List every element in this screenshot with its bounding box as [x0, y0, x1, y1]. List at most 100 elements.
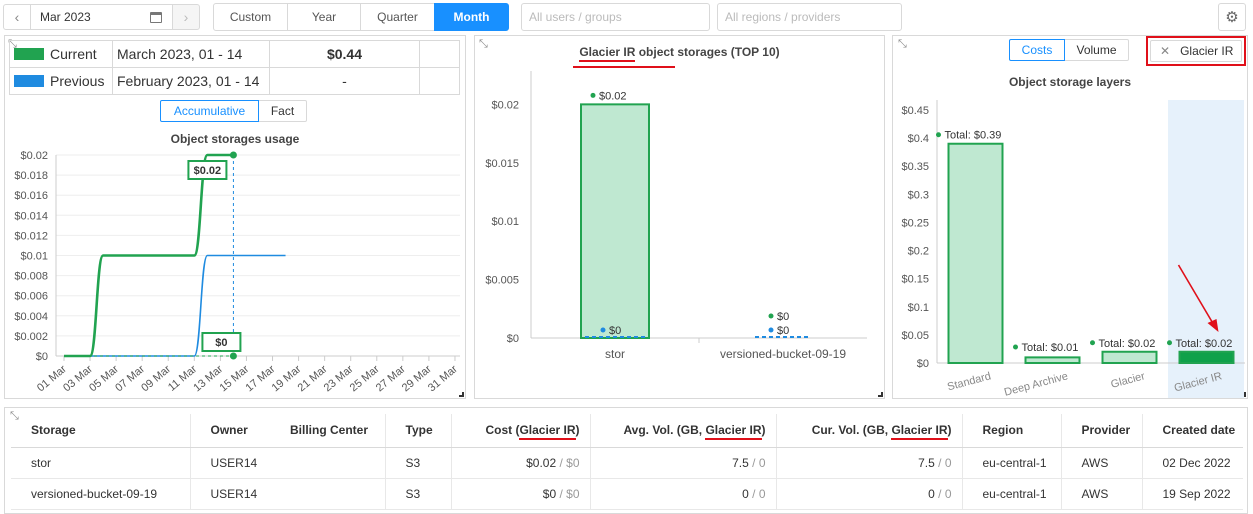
billing-center-cell — [270, 478, 385, 510]
date-picker[interactable]: Mar 2023 — [30, 4, 173, 30]
tooltip-previous: $0 — [215, 337, 227, 349]
y-tick-label: $0.004 — [14, 311, 48, 323]
usage-chart: $0 $0.002 $0.004 $0.006 $0.008 $0.01 $0.012 $0.… — [14, 150, 460, 394]
y-tick-label: $0.005 — [485, 275, 519, 287]
col-region[interactable]: Region — [961, 414, 1061, 448]
y-tick-label: $0.012 — [14, 230, 48, 242]
accumulative-button[interactable]: Accumulative — [160, 100, 259, 122]
type-cell: S3 — [384, 478, 451, 510]
y-tick-label: $0.02 — [491, 99, 519, 111]
y-tick-label: $0.015 — [485, 158, 519, 170]
cost-cell-separator: / — [556, 455, 567, 470]
storages-table: Storage Owner Billing Center Type Cost (… — [11, 414, 1243, 510]
col-provider[interactable]: Provider — [1060, 414, 1142, 448]
close-icon[interactable]: ✕ — [1160, 44, 1170, 58]
regions-providers-filter[interactable]: All regions / providers — [717, 3, 902, 31]
layers-chart: $0 $0.05 $0.1 $0.15 $0.2 $0.25 $0.3 $0.35 $0.4 $0… — [901, 100, 1245, 398]
y-tick-label: $0.018 — [14, 170, 48, 182]
cost-cell-separator: / — [556, 486, 567, 501]
col-avg-close: ) — [761, 423, 766, 438]
y-tick-label: $0 — [507, 333, 519, 345]
period-custom-button[interactable]: Custom — [213, 3, 288, 31]
filter-tag-label: Glacier IR — [1180, 44, 1234, 58]
col-storage[interactable]: Storage — [11, 414, 190, 448]
expand-icon[interactable]: ⤡ — [898, 39, 909, 50]
avg-volume-cell-current: 7.5 — [732, 455, 749, 470]
cur-volume-cell-separator: / — [934, 455, 945, 470]
period-selector: Custom Year Quarter Month — [213, 3, 509, 31]
users-groups-filter[interactable]: All users / groups — [521, 3, 710, 31]
period-quarter-button[interactable]: Quarter — [360, 3, 435, 31]
col-cost-close: ) — [575, 423, 580, 438]
x-tick-label: 31 Mar — [426, 363, 460, 394]
top10-chart: $0 $0.005 $0.01 $0.015 $0.02 stor $0.02 $0 versi… — [485, 66, 867, 361]
avg-volume-cell-separator: / — [748, 486, 759, 501]
value-dot-current — [590, 92, 596, 98]
value-label: Total: $0.02 — [1099, 338, 1156, 350]
costs-button[interactable]: Costs — [1009, 39, 1065, 61]
y-tick-label: $0.002 — [14, 331, 48, 343]
bar-layer — [947, 142, 1004, 364]
col-cost-text: Cost ( — [485, 423, 520, 438]
cost-cell: $0 / $0 — [450, 478, 590, 510]
value-dot — [936, 132, 941, 138]
avg-volume-cell-previous: 0 — [758, 486, 766, 501]
col-type[interactable]: Type — [384, 414, 451, 448]
col-avg-volume[interactable]: Avg. Vol. (GB, Glacier IR) — [589, 414, 776, 448]
cost-cell-previous: $0 — [566, 455, 580, 470]
layers-metric-toggle: Costs Volume — [1009, 39, 1129, 61]
col-cur-volume[interactable]: Cur. Vol. (GB, Glacier IR) — [775, 414, 962, 448]
col-created-date[interactable]: Created date — [1141, 414, 1243, 448]
summary-row-current: Current March 2023, 01 - 14 $0.44 — [9, 40, 460, 68]
col-owner[interactable]: Owner — [189, 414, 270, 448]
provider-cell: AWS — [1060, 478, 1142, 510]
y-tick-label: $0.4 — [908, 133, 929, 145]
next-period-button[interactable]: › — [172, 4, 200, 30]
col-avg-text: Avg. Vol. (GB, — [623, 423, 706, 438]
cur-volume-cell: 0 / 0 — [775, 478, 962, 510]
layer-filter-tag[interactable]: ✕ Glacier IR — [1150, 40, 1242, 62]
x-tick-label: 09 Mar — [139, 363, 173, 394]
fact-button[interactable]: Fact — [258, 100, 307, 122]
created-date-cell: 19 Sep 2022 — [1141, 478, 1243, 510]
y-tick-label: $0.02 — [20, 150, 48, 162]
storage-cell: versioned-bucket-09-19 — [11, 478, 190, 510]
y-tick-label: $0.05 — [901, 330, 929, 342]
value-label-current: $0 — [777, 311, 789, 323]
volume-button[interactable]: Volume — [1064, 39, 1129, 61]
cur-volume-cell-previous: 0 — [944, 455, 952, 470]
cost-cell-current: $0 — [542, 486, 557, 501]
y-tick-label: $0.2 — [908, 246, 929, 258]
cost-cell-current: $0.02 — [526, 455, 557, 470]
chevron-left-icon: ‹ — [14, 9, 20, 25]
value-dot — [1167, 340, 1172, 346]
resize-handle[interactable] — [878, 392, 883, 397]
table-row[interactable]: stor USER14 S3 $0.02 / $0 7.5 / 0 7.5 / 0 eu-c… — [11, 447, 1243, 479]
type-cell: S3 — [384, 447, 451, 479]
summary-label: Current — [50, 46, 97, 62]
cur-volume-cell-current: 7.5 — [918, 455, 935, 470]
value-dot-current — [768, 313, 774, 319]
created-date-cell: 02 Dec 2022 — [1141, 447, 1243, 479]
period-year-button[interactable]: Year — [287, 3, 361, 31]
bar-layer — [1101, 350, 1158, 364]
value-label-previous: $0 — [777, 325, 789, 337]
tooltip-current: $0.02 — [194, 165, 222, 177]
cost-cell: $0.02 / $0 — [450, 447, 590, 479]
value-label: Total: $0.39 — [945, 130, 1002, 142]
x-tick-label: versioned-bucket-09-19 — [720, 347, 846, 361]
col-billing-center[interactable]: Billing Center — [270, 414, 385, 448]
y-tick-label: $0.006 — [14, 291, 48, 303]
settings-button[interactable]: ⚙ — [1218, 3, 1246, 31]
value-dot — [1013, 344, 1018, 350]
y-tick-label: $0.008 — [14, 271, 48, 283]
x-tick-label: Deep Archive — [1003, 370, 1069, 398]
y-tick-label: $0.3 — [908, 189, 929, 201]
table-row[interactable]: versioned-bucket-09-19 USER14 S3 $0 / $0 0 /… — [11, 478, 1243, 510]
col-cost[interactable]: Cost (Glacier IR) — [450, 414, 590, 448]
cur-volume-cell-previous: 0 — [944, 486, 952, 501]
previous-period-button[interactable]: ‹ — [3, 4, 31, 30]
summary-value: $0.44 — [269, 40, 420, 68]
period-month-button[interactable]: Month — [434, 3, 509, 31]
previous-point — [229, 352, 237, 360]
